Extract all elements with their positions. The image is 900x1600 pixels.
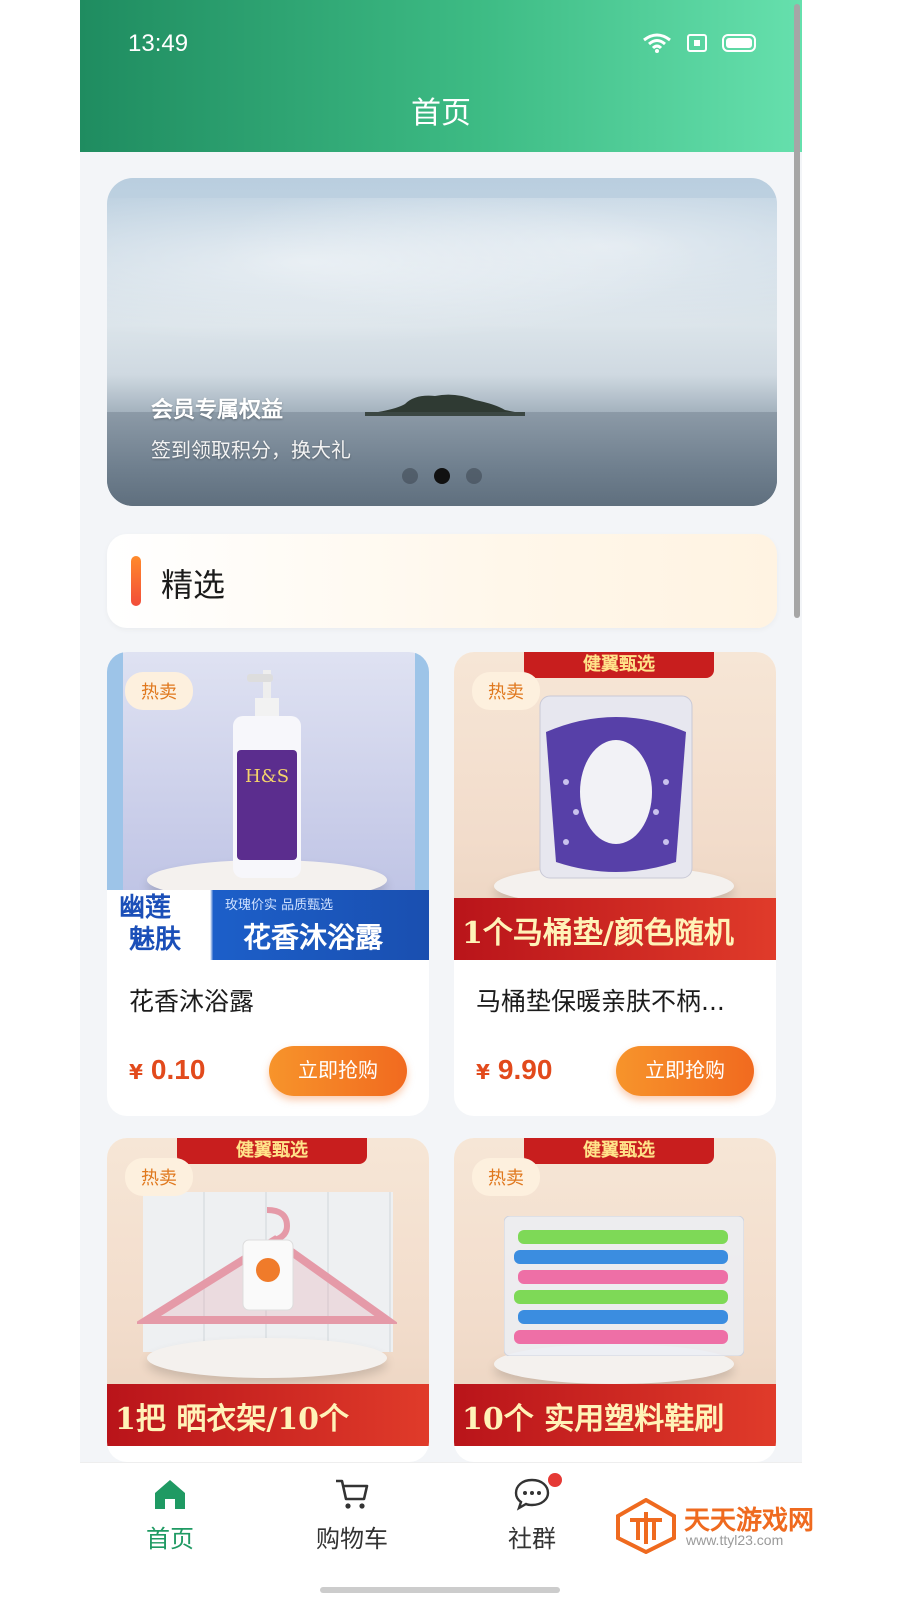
brand-ribbon: 健翼甄选 — [524, 1138, 714, 1164]
product-card[interactable]: 健翼甄选 1把 晒衣架/10个 热卖 — [107, 1138, 429, 1462]
product-price: ¥0.10 — [129, 1054, 205, 1086]
toilet-mat-image — [539, 695, 693, 879]
banner-carousel[interactable]: 会员专属权益 签到领取积分，换大礼 — [107, 178, 777, 506]
tab-community[interactable]: 社群 — [462, 1473, 602, 1554]
product-image-title: 花香沐浴露 — [243, 921, 384, 954]
carousel-dots — [107, 468, 777, 484]
tab-label: 购物车 — [316, 1525, 388, 1553]
product-price: ¥9.90 — [476, 1054, 552, 1086]
brand-text: 幽莲 — [119, 893, 172, 923]
carousel-dot[interactable] — [402, 468, 418, 484]
carousel-dot[interactable] — [466, 468, 482, 484]
slogan-text: 玫瑰价实 品质甄选 — [225, 898, 334, 913]
banner-title: 会员专属权益 — [151, 398, 284, 423]
home-icon — [155, 1480, 185, 1509]
hot-badge: 热卖 — [125, 672, 193, 710]
sim-icon — [687, 34, 707, 52]
product-banner-strip: 10个 实用塑料鞋刷 — [454, 1384, 776, 1446]
tab-label: 首页 — [146, 1525, 194, 1553]
buy-now-button[interactable]: 立即抢购 — [269, 1046, 407, 1096]
price-value: 0.10 — [150, 1054, 206, 1085]
brand-text: 健翼甄选 — [583, 1140, 655, 1161]
bottle-image: H&S — [233, 670, 301, 878]
product-name[interactable]: 花香沐浴露 — [129, 982, 254, 1018]
app-screen: 13:49 首页 会员专属权益 签到领取积分，换大礼 精选 H&S 幽莲 魅肤 … — [80, 0, 802, 1600]
carousel-dot-active[interactable] — [434, 468, 450, 484]
section-title: 精选 — [161, 566, 226, 604]
product-card[interactable]: 健翼甄选 10个 实用塑料鞋刷 热卖 — [454, 1138, 776, 1462]
section-accent-bar — [131, 556, 141, 606]
product-card[interactable]: H&S 幽莲 魅肤 玫瑰价实 品质甄选 花香沐浴露 热卖 花香沐浴露 ¥0.10… — [107, 652, 429, 1116]
page-title: 首页 — [411, 96, 471, 131]
hot-badge: 热卖 — [125, 1158, 193, 1196]
banner-clouds — [107, 198, 777, 358]
hot-badge: 热卖 — [472, 1158, 540, 1196]
notification-dot — [548, 1473, 562, 1487]
hanger-image — [137, 1207, 397, 1324]
currency-symbol: ¥ — [476, 1060, 490, 1084]
product-banner-strip: 1把 晒衣架/10个 — [107, 1384, 429, 1446]
cart-icon — [336, 1479, 369, 1509]
battery-icon — [722, 34, 756, 52]
brand-text: 魅肤 — [129, 925, 182, 955]
banner-subtitle: 签到领取积分，换大礼 — [151, 438, 351, 462]
brand-text: 健翼甄选 — [583, 654, 655, 675]
product-name[interactable]: 马桶垫保暖亲肤不柄... — [476, 982, 725, 1018]
tab-label: 社群 — [508, 1525, 556, 1553]
product-card[interactable]: 健翼甄选 1个马桶垫/颜色随机 热卖 马桶垫保暖亲肤不柄... ¥9.90 立即… — [454, 652, 776, 1116]
brand-ribbon: 健翼甄选 — [524, 652, 714, 678]
status-time: 13:49 — [128, 30, 189, 57]
app-header: 13:49 首页 — [80, 0, 802, 618]
price-value: 9.90 — [497, 1054, 553, 1085]
product-image-title: 1个马桶垫/颜色随机 — [462, 916, 734, 951]
tab-home[interactable]: 首页 — [100, 1477, 240, 1554]
home-indicator — [320, 1587, 560, 1593]
product-banner-strip: 1个马桶垫/颜色随机 — [454, 898, 776, 960]
status-icons — [642, 32, 758, 54]
section-header: 精选 — [107, 534, 777, 628]
svg-text:H&S: H&S — [245, 766, 289, 787]
chat-icon — [514, 1478, 550, 1511]
hot-badge: 热卖 — [472, 672, 540, 710]
watermark-url: www.ttyl23.com — [686, 1532, 784, 1548]
product-image-title: 10个 实用塑料鞋刷 — [462, 1402, 725, 1437]
tab-cart[interactable]: 购物车 — [282, 1477, 422, 1554]
wifi-icon — [643, 33, 671, 53]
brand-text: 健翼甄选 — [236, 1140, 308, 1161]
watermark-logo-icon — [616, 1498, 676, 1554]
scrollbar[interactable] — [794, 4, 800, 618]
product-banner-strip: 幽莲 魅肤 玫瑰价实 品质甄选 花香沐浴露 — [107, 890, 429, 960]
island-image — [365, 394, 525, 416]
site-watermark: 天天游戏网 www.ttyl23.com — [612, 1498, 852, 1558]
buy-now-button[interactable]: 立即抢购 — [616, 1046, 754, 1096]
currency-symbol: ¥ — [129, 1060, 143, 1084]
product-image-title: 1把 晒衣架/10个 — [115, 1402, 350, 1437]
brand-ribbon: 健翼甄选 — [177, 1138, 367, 1164]
brushes-image — [504, 1216, 744, 1356]
